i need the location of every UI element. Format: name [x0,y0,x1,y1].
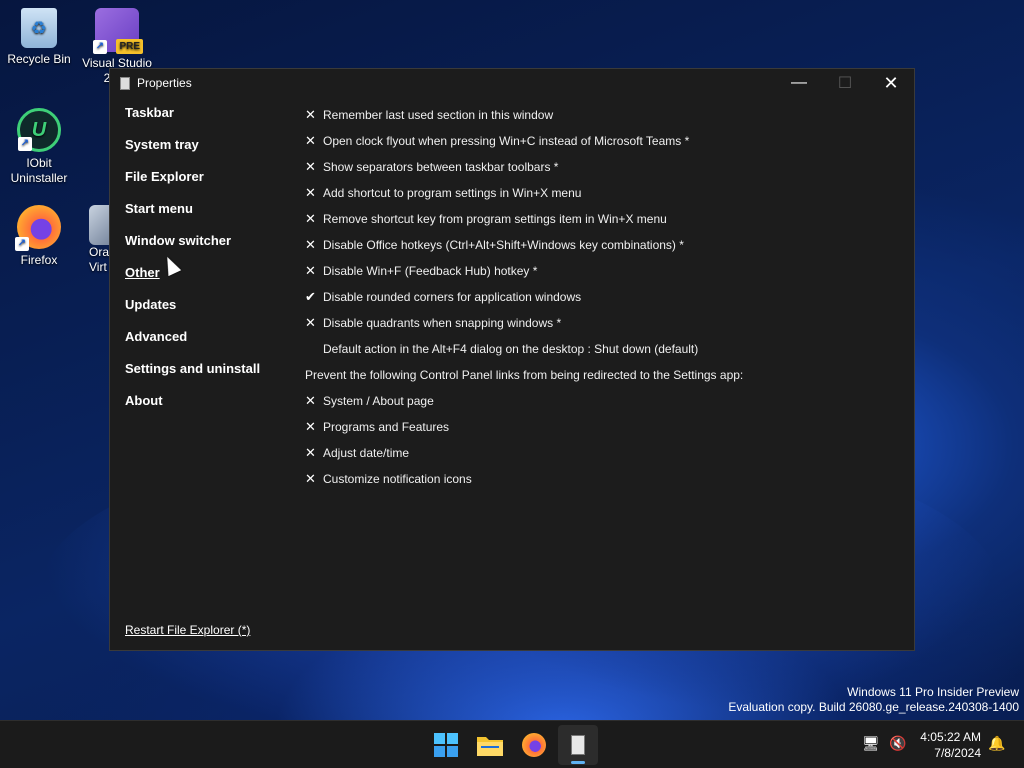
desktop-icon-oracle-virtualbox[interactable]: Ora Virt [79,205,109,275]
option-clock-flyout-win-c[interactable]: ✕ Open clock flyout when pressing Win+C i… [305,128,743,154]
unchecked-x-icon: ✕ [305,393,316,408]
volume-muted-icon[interactable]: 🔇 [889,735,906,752]
active-indicator [571,761,585,764]
properties-app-icon [571,735,585,755]
title-bar[interactable]: Properties — ☐ ✕ [110,69,914,97]
maximize-button: ☐ [822,69,868,97]
nav-item-settings-and-uninstall[interactable]: Settings and uninstall [125,361,260,393]
maximize-icon: ☐ [837,75,853,92]
checkmark-icon: ✔ [305,289,316,304]
minimize-button[interactable]: — [776,69,822,97]
option-remove-winx-shortcut-key[interactable]: ✕ Remove shortcut key from program settin… [305,206,743,232]
nav-item-about[interactable]: About [125,393,260,425]
taskbar: 🖥 🔇 4:05:22 AM 7/8/2024 🔔 [0,720,1024,768]
properties-taskbar-button[interactable] [558,725,598,765]
virtualbox-icon [89,205,109,245]
shortcut-arrow-icon: ↗ [93,40,107,54]
recycle-bin-icon: ♻ [21,8,57,48]
build-watermark: Windows 11 Pro Insider Preview Evaluatio… [728,685,1019,715]
window-title: Properties [137,76,192,90]
nav-item-other[interactable]: Other [125,265,260,297]
start-button[interactable] [426,725,466,765]
nav-item-taskbar[interactable]: Taskbar [125,105,260,137]
nav-item-advanced[interactable]: Advanced [125,329,260,361]
network-icon[interactable]: 🖥 [862,735,880,752]
unchecked-x-icon: ✕ [305,315,316,330]
unchecked-x-icon: ✕ [305,107,316,122]
desktop-icon-label: Firefox [20,253,58,267]
file-explorer-taskbar-button[interactable] [470,725,510,765]
close-button[interactable]: ✕ [868,69,914,97]
control-panel-section-heading: Prevent the following Control Panel link… [305,368,744,382]
visual-studio-icon: ↗ PRE [93,8,143,54]
unchecked-x-icon: ✕ [305,211,316,226]
option-remember-last-section[interactable]: ✕ Remember last used section in this wind… [305,102,743,128]
desktop-icon-recycle-bin[interactable]: ♻ Recycle Bin [1,8,77,67]
option-alt-f4-default-action[interactable]: Default action in the Alt+F4 dialog on t… [305,336,743,362]
option-disable-rounded-corners[interactable]: ✔ Disable rounded corners for application… [305,284,743,310]
option-system-about-page[interactable]: ✕ System / About page [305,388,743,414]
firefox-icon: ↗ [15,205,61,251]
option-disable-win-f[interactable]: ✕ Disable Win+F (Feedback Hub) hotkey * [305,258,743,284]
option-winx-shortcut[interactable]: ✕ Add shortcut to program settings in Win… [305,180,743,206]
close-icon: ✕ [883,72,899,93]
option-disable-office-hotkeys[interactable]: ✕ Disable Office hotkeys (Ctrl+Alt+Shift+… [305,232,743,258]
option-disable-quadrants[interactable]: ✕ Disable quadrants when snapping windows… [305,310,743,336]
desktop-icon-iobit-uninstaller[interactable]: U ↗ IObit Uninstaller [1,108,77,186]
notification-bell-icon[interactable]: 🔔 [988,735,1005,752]
iobit-uninstaller-icon: U ↗ [17,108,61,152]
unchecked-x-icon: ✕ [305,419,316,434]
unchecked-x-icon: ✕ [305,445,316,460]
unchecked-x-icon: ✕ [305,159,316,174]
properties-window: Properties — ☐ ✕ Taskbar System tray Fil… [109,68,915,651]
nav-item-system-tray[interactable]: System tray [125,137,260,169]
pre-badge: PRE [116,39,143,54]
nav-item-file-explorer[interactable]: File Explorer [125,169,260,201]
shortcut-arrow-icon: ↗ [15,237,29,251]
option-toolbar-separators[interactable]: ✕ Show separators between taskbar toolbar… [305,154,743,180]
nav-item-updates[interactable]: Updates [125,297,260,329]
desktop-icon-label: IObit Uninstaller [10,156,68,185]
shortcut-arrow-icon: ↗ [18,137,32,151]
system-clock[interactable]: 4:05:22 AM 7/8/2024 [920,729,981,761]
desktop-icon-label: Ora Virt [89,245,109,274]
watermark-line-2: Evaluation copy. Build 26080.ge_release.… [728,700,1019,714]
option-adjust-date-time[interactable]: ✕ Adjust date/time [305,440,743,466]
desktop-icon-label: Recycle Bin [7,52,71,66]
windows-logo-icon [434,733,458,757]
unchecked-x-icon: ✕ [305,263,316,278]
unchecked-x-icon: ✕ [305,237,316,252]
nav-item-window-switcher[interactable]: Window switcher [125,233,260,265]
clock-date: 7/8/2024 [934,746,981,760]
option-programs-and-features[interactable]: ✕ Programs and Features [305,414,743,440]
app-icon [120,76,130,90]
firefox-taskbar-button[interactable] [514,725,554,765]
nav-item-start-menu[interactable]: Start menu [125,201,260,233]
options-list: ✕ Remember last used section in this wind… [305,102,743,492]
clock-time: 4:05:22 AM [920,730,981,744]
unchecked-x-icon: ✕ [305,133,316,148]
restart-file-explorer-link[interactable]: Restart File Explorer (*) [125,623,250,637]
unchecked-x-icon: ✕ [305,185,316,200]
minimize-icon: — [791,74,807,91]
watermark-line-1: Windows 11 Pro Insider Preview [847,685,1019,699]
folder-icon [477,737,503,756]
desktop-icon-firefox[interactable]: ↗ Firefox [1,205,77,268]
unchecked-x-icon: ✕ [305,471,316,486]
option-customize-notification-icons[interactable]: ✕ Customize notification icons [305,466,743,492]
section-nav: Taskbar System tray File Explorer Start … [125,105,260,425]
firefox-icon [522,733,546,757]
